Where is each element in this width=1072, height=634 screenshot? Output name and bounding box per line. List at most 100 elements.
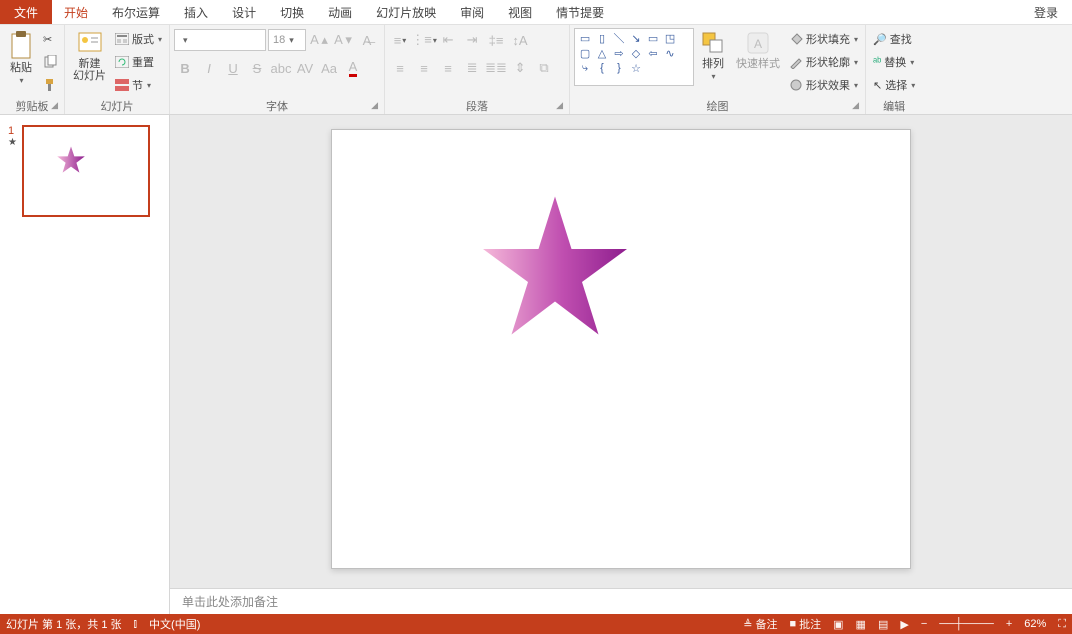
align-right-button[interactable]: ≡ <box>437 57 459 79</box>
comments-toggle[interactable]: ■ 批注 <box>789 616 821 632</box>
group-editing: 🔎查找 ᵃᵇ替换▾ ↖选择▾ 编辑 <box>866 25 922 114</box>
tab-boolean[interactable]: 布尔运算 <box>100 0 172 24</box>
shadow-button[interactable]: abc <box>270 57 292 79</box>
text-direction-button[interactable]: ↕A <box>509 29 531 51</box>
justify-button[interactable]: ≣ <box>461 57 483 79</box>
indent-inc-button[interactable]: ⇥ <box>461 29 483 51</box>
replace-button[interactable]: ᵃᵇ替换▾ <box>870 51 918 73</box>
select-button[interactable]: ↖选择▾ <box>870 74 918 96</box>
tab-design[interactable]: 设计 <box>220 0 268 24</box>
strike-icon: S <box>253 61 262 76</box>
status-language[interactable]: 中文(中国) <box>149 616 200 632</box>
shape-arrow-icon[interactable]: ↘ <box>628 31 644 45</box>
login-button[interactable]: 登录 <box>1022 0 1072 24</box>
char-spacing-button[interactable]: AV <box>294 57 316 79</box>
paste-button[interactable]: 粘贴 ▾ <box>4 28 38 87</box>
shape-corner-icon[interactable]: ◳ <box>662 31 678 45</box>
align-center-button[interactable]: ≡ <box>413 57 435 79</box>
shape-brace-icon[interactable]: { <box>594 61 610 75</box>
notes-toggle[interactable]: ≜ 备注 <box>743 616 777 632</box>
columns-button[interactable]: ≣≣ <box>485 57 507 79</box>
numbering-button[interactable]: ⋮≡▾ <box>413 29 435 51</box>
dialog-launcher-icon[interactable]: ◢ <box>51 100 58 111</box>
section-button[interactable]: 节▾ <box>112 74 165 96</box>
bullets-button[interactable]: ≡▾ <box>389 29 411 51</box>
shape-textbox-icon[interactable]: ▭ <box>577 31 593 45</box>
arrange-button[interactable]: 排列▾ <box>696 28 730 83</box>
dialog-launcher-icon[interactable]: ◢ <box>556 100 563 111</box>
format-painter-button[interactable] <box>40 74 60 96</box>
font-size-combo[interactable]: 18▾ <box>268 29 306 51</box>
line-spacing-button[interactable]: ‡≡ <box>485 29 507 51</box>
shape-outline-button[interactable]: 形状轮廓▾ <box>786 51 861 73</box>
shape-arrowl-icon[interactable]: ⇦ <box>645 46 661 60</box>
font-name-combo[interactable]: ▾ <box>174 29 266 51</box>
shape-diamond-icon[interactable]: ◇ <box>628 46 644 60</box>
shape-vtextbox-icon[interactable]: ▯ <box>594 31 610 45</box>
zoom-in-button[interactable]: + <box>1006 618 1012 630</box>
shape-star-icon[interactable]: ☆ <box>628 61 644 75</box>
fit-window-icon[interactable]: ⛶ <box>1058 618 1066 631</box>
tab-view[interactable]: 视图 <box>496 0 544 24</box>
smartart-button[interactable]: ⧉ <box>533 57 555 79</box>
shape-line-icon[interactable]: ＼ <box>611 31 627 45</box>
reset-button[interactable]: 重置 <box>112 51 165 73</box>
chevron-down-icon: ▾ <box>183 35 188 46</box>
tab-transitions[interactable]: 切换 <box>268 0 316 24</box>
view-reading-icon[interactable]: ▤ <box>878 618 888 631</box>
shape-curve-icon[interactable]: ∿ <box>662 46 678 60</box>
star-shape[interactable] <box>480 192 630 342</box>
shape-roundrect-icon[interactable]: ▢ <box>577 46 593 60</box>
tab-animations[interactable]: 动画 <box>316 0 364 24</box>
shrink-font-button[interactable]: A ▾ <box>332 29 354 51</box>
underline-button[interactable]: U <box>222 57 244 79</box>
grow-font-button[interactable]: A ▴ <box>308 29 330 51</box>
tab-home[interactable]: 开始 <box>52 0 100 24</box>
strike-button[interactable]: S <box>246 57 268 79</box>
find-button[interactable]: 🔎查找 <box>870 28 918 50</box>
dialog-launcher-icon[interactable]: ◢ <box>371 100 378 111</box>
zoom-slider[interactable]: ──┼──── <box>939 618 994 630</box>
tab-storyboard[interactable]: 情节提要 <box>544 0 616 24</box>
italic-button[interactable]: I <box>198 57 220 79</box>
slide-thumbnail-1[interactable] <box>22 125 150 217</box>
tab-review[interactable]: 审阅 <box>448 0 496 24</box>
group-slides: 新建 幻灯片 版式▾ 重置 节▾ 幻灯片 <box>65 25 170 114</box>
shapes-gallery[interactable]: ▭ ▯ ＼ ↘ ▭ ◳ ▢ △ ⇨ ◇ ⇦ ∿ ⤷ { } ☆ <box>574 28 694 86</box>
bold-button[interactable]: B <box>174 57 196 79</box>
font-color-button[interactable]: A <box>342 57 364 79</box>
shape-fill-button[interactable]: 形状填充▾ <box>786 28 861 50</box>
tab-slideshow[interactable]: 幻灯片放映 <box>364 0 448 24</box>
thumb-number: 1 <box>8 125 18 137</box>
view-normal-icon[interactable]: ▣ <box>833 618 843 631</box>
view-slideshow-icon[interactable]: ▶ <box>900 618 908 631</box>
tab-insert[interactable]: 插入 <box>172 0 220 24</box>
clear-format-button[interactable]: A̶ <box>356 29 378 51</box>
change-case-button[interactable]: Aa <box>318 57 340 79</box>
indent-dec-button[interactable]: ⇤ <box>437 29 459 51</box>
slide-1[interactable] <box>331 129 911 569</box>
quick-styles-button[interactable]: A 快速样式 <box>732 28 784 72</box>
new-slide-button[interactable]: 新建 幻灯片 <box>69 28 110 84</box>
reset-icon <box>115 56 129 68</box>
dialog-launcher-icon[interactable]: ◢ <box>852 100 859 111</box>
zoom-value[interactable]: 62% <box>1024 618 1046 630</box>
notes-pane[interactable]: 单击此处添加备注 <box>170 588 1072 614</box>
cut-button[interactable]: ✂ <box>40 28 60 50</box>
copy-button[interactable] <box>40 51 60 73</box>
shape-triangle-icon[interactable]: △ <box>594 46 610 60</box>
shape-brace2-icon[interactable]: } <box>611 61 627 75</box>
shape-connector-icon[interactable]: ⤷ <box>577 61 593 75</box>
zoom-out-button[interactable]: − <box>921 618 927 630</box>
layout-button[interactable]: 版式▾ <box>112 28 165 50</box>
align-left-button[interactable]: ≡ <box>389 57 411 79</box>
view-sorter-icon[interactable]: ▦ <box>856 618 866 631</box>
tab-file[interactable]: 文件 <box>0 0 52 24</box>
shape-arrowr-icon[interactable]: ⇨ <box>611 46 627 60</box>
slide-canvas-viewport[interactable] <box>170 115 1072 588</box>
spellcheck-icon[interactable]: ⫾ <box>134 618 138 631</box>
align-text-button[interactable]: ⇕ <box>509 57 531 79</box>
shape-rect-icon[interactable]: ▭ <box>645 31 661 45</box>
shape-effects-button[interactable]: 形状效果▾ <box>786 74 861 96</box>
bullets-icon: ≡ <box>394 33 402 48</box>
